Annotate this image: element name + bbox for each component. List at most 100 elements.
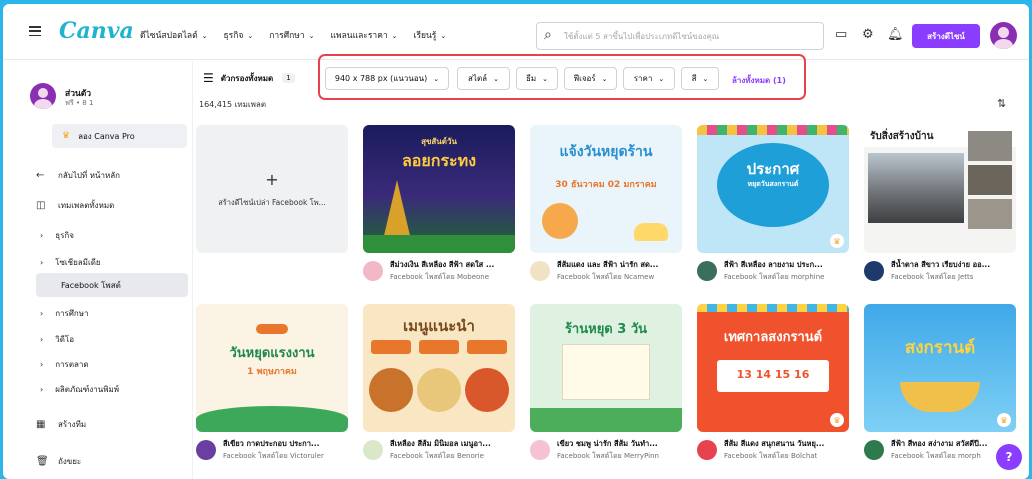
- food-plate: [465, 368, 509, 412]
- tag-shape: [371, 340, 411, 354]
- bunting-decoration: [697, 125, 849, 135]
- bell-icon[interactable]: 🔔︎: [887, 28, 904, 41]
- sidebar-item-facebook-post[interactable]: Facebook โพสต์: [36, 273, 188, 297]
- sidebar-item-education[interactable]: › การศึกษา: [40, 307, 89, 320]
- avatar[interactable]: [990, 22, 1017, 49]
- template-creator[interactable]: Facebook โพสต์โดย Ncamew: [557, 272, 682, 283]
- template-thumbnail[interactable]: แจ้งวันหยุดร้าน 30 ธันวาคม 02 มกราคม: [530, 125, 682, 253]
- account-avatar[interactable]: [30, 83, 56, 109]
- chevron-right-icon: ›: [40, 385, 44, 394]
- template-title[interactable]: สีส้ม สีแดง สนุกสนาน วันหยุ...: [724, 438, 849, 450]
- create-team-label: สร้างทีม: [58, 420, 87, 429]
- template-title[interactable]: สีเขียว กาดประกอบ ประกา...: [223, 438, 348, 450]
- plus-icon: +: [265, 169, 279, 189]
- desktop-icon[interactable]: ▭: [835, 28, 847, 41]
- creator-avatar[interactable]: [363, 440, 383, 460]
- search-input[interactable]: [564, 28, 814, 44]
- creator-avatar[interactable]: [530, 440, 550, 460]
- sidebar-item-social-media[interactable]: › โซเชียลมีเดีย: [40, 256, 101, 269]
- crown-icon: ♛: [830, 234, 844, 248]
- sidebar-item-business[interactable]: › ธุรกิจ: [40, 229, 74, 242]
- thumb-title: ประกาศ: [746, 160, 800, 178]
- back-home-link[interactable]: ← กลับไปที่ หน้าหลัก: [36, 169, 120, 182]
- template-thumbnail[interactable]: สุขสันต์วัน ลอยกระทง: [363, 125, 515, 253]
- blank-design-thumb[interactable]: + สร้างดีไซน์เปล่า Facebook โพ...: [196, 125, 348, 253]
- notice-board: [562, 344, 650, 400]
- crown-icon: ♛: [997, 413, 1011, 427]
- template-title[interactable]: สีเหลือง สีส้ม มินิมอล เมนูอา...: [390, 438, 515, 450]
- creator-avatar[interactable]: [196, 440, 216, 460]
- template-thumbnail[interactable]: เมนูแนะนำ: [363, 304, 515, 432]
- template-title[interactable]: สีฟ้า สีเหลือง ลายงาม ประก...: [724, 259, 849, 271]
- search-box[interactable]: ⌕: [536, 22, 824, 50]
- nav-learn[interactable]: เรียนรู้ ⌄: [414, 28, 447, 42]
- chevron-right-icon: ›: [40, 360, 44, 369]
- canva-logo[interactable]: Canva: [59, 18, 134, 44]
- thumb-title: สงกรานต์: [904, 338, 976, 358]
- sidebar-item-label: ผลิตภัณฑ์งานพิมพ์: [55, 385, 120, 394]
- crown-icon: ♛: [62, 131, 71, 141]
- sidebar: ส่วนตัว ฟรี • 8 1 ♛ ลอง Canva Pro ← กลับ…: [3, 61, 193, 479]
- grass-shape: [530, 408, 682, 432]
- result-count: 164,415 เทมเพลต: [199, 100, 267, 109]
- back-home-label: กลับไปที่ หน้าหลัก: [58, 171, 120, 180]
- template-title[interactable]: สีม่วงเงิน สีเหลือง สีฟ้า สดใส ...: [390, 259, 515, 271]
- template-creator[interactable]: Facebook โพสต์โดย Mobeone: [390, 272, 515, 283]
- creator-avatar[interactable]: [530, 261, 550, 281]
- all-filters-button[interactable]: ☰ ตัวกรองทั้งหมด 1: [203, 71, 295, 85]
- nav-business[interactable]: ธุรกิจ ⌄: [223, 28, 253, 42]
- template-thumbnail[interactable]: วันหยุดแรงงาน 1 พฤษภาคม: [196, 304, 348, 432]
- template-thumbnail[interactable]: รับสิ่งสร้างบ้าน: [864, 125, 1016, 253]
- chevron-down-icon: ⌄: [440, 32, 447, 40]
- template-creator[interactable]: Facebook โพสต์โดย Benorie: [390, 451, 515, 462]
- template-thumbnail[interactable]: สงกรานต์ ♛: [864, 304, 1016, 432]
- sidebar-item-marketing[interactable]: › การตลาด: [40, 358, 89, 371]
- template-creator[interactable]: Facebook โพสต์โดย MerryPinn: [557, 451, 682, 462]
- template-creator[interactable]: Facebook โพสต์โดย morphine: [724, 272, 849, 283]
- creator-avatar[interactable]: [864, 261, 884, 281]
- try-pro-label: ลอง Canva Pro: [78, 131, 135, 141]
- photo-tile: [968, 131, 1012, 161]
- help-button[interactable]: ?: [996, 444, 1022, 470]
- nav-design-spotlight[interactable]: ดีไซน์สปอตไลต์ ⌄: [140, 28, 207, 42]
- menu-icon[interactable]: [29, 26, 41, 36]
- create-design-button[interactable]: สร้างดีไซน์: [912, 24, 980, 48]
- sidebar-item-label: การศึกษา: [55, 309, 89, 318]
- template-creator[interactable]: Facebook โพสต์โดย Victoruler: [223, 451, 348, 462]
- sort-icon[interactable]: ⇅: [997, 97, 1006, 110]
- trash-link[interactable]: 🗑︎ ถังขยะ: [36, 455, 81, 468]
- creator-avatar[interactable]: [864, 440, 884, 460]
- chevron-down-icon: ⌄: [391, 32, 398, 40]
- sidebar-item-print[interactable]: › ผลิตภัณฑ์งานพิมพ์: [40, 383, 119, 396]
- thumb-subtitle: หยุดวันสงกรานต์: [747, 180, 799, 188]
- food-plate: [369, 368, 413, 412]
- sidebar-item-label: โซเชียลมีเดีย: [55, 258, 101, 267]
- template-creator[interactable]: Facebook โพสต์โดย Bolchat: [724, 451, 849, 462]
- crown-icon: ♛: [830, 413, 844, 427]
- nav-plans-pricing[interactable]: แพลนและราคา ⌄: [331, 28, 398, 42]
- sidebar-item-label: การตลาด: [55, 360, 89, 369]
- template-title[interactable]: สีฟ้า สีทอง สง่างาม สวัสดีปี...: [891, 438, 1016, 450]
- thumb-subtitle: สุขสันต์วัน: [421, 137, 457, 146]
- creator-avatar[interactable]: [363, 261, 383, 281]
- all-templates-link[interactable]: ◫ เทมเพลตทั้งหมด: [36, 199, 114, 212]
- nav-education[interactable]: การศึกษา ⌄: [269, 28, 314, 42]
- trash-label: ถังขยะ: [58, 457, 82, 466]
- template-thumbnail[interactable]: เทศกาลสงกรานต์ 13 14 15 16 ♛: [697, 304, 849, 432]
- thumb-title: เทศกาลสงกรานต์: [723, 330, 823, 345]
- try-pro-button[interactable]: ♛ ลอง Canva Pro: [52, 124, 187, 148]
- template-title[interactable]: สีน้ำตาล สีขาว เรียบง่าย ออ...: [891, 259, 1016, 271]
- thumb-title: แจ้งวันหยุดร้าน: [559, 144, 653, 160]
- tag-shape: [467, 340, 507, 354]
- gear-icon[interactable]: ⚙: [862, 28, 874, 41]
- template-creator[interactable]: Facebook โพสต์โดย Jetts: [891, 272, 1016, 283]
- creator-avatar[interactable]: [697, 440, 717, 460]
- create-team-link[interactable]: ▦ สร้างทีม: [36, 418, 86, 431]
- template-title[interactable]: เขียว ชมพู น่ารัก สีส้ม วันทำ...: [557, 438, 682, 450]
- thumb-title: ลอยกระทง: [401, 151, 477, 170]
- template-thumbnail[interactable]: ร้านหยุด 3 วัน: [530, 304, 682, 432]
- template-thumbnail[interactable]: ประกาศ หยุดวันสงกรานต์ ♛: [697, 125, 849, 253]
- template-title[interactable]: สีส้มแดง และ สีฟ้า น่ารัก สด...: [557, 259, 682, 271]
- sidebar-item-video[interactable]: › วิดีโอ: [40, 333, 74, 346]
- creator-avatar[interactable]: [697, 261, 717, 281]
